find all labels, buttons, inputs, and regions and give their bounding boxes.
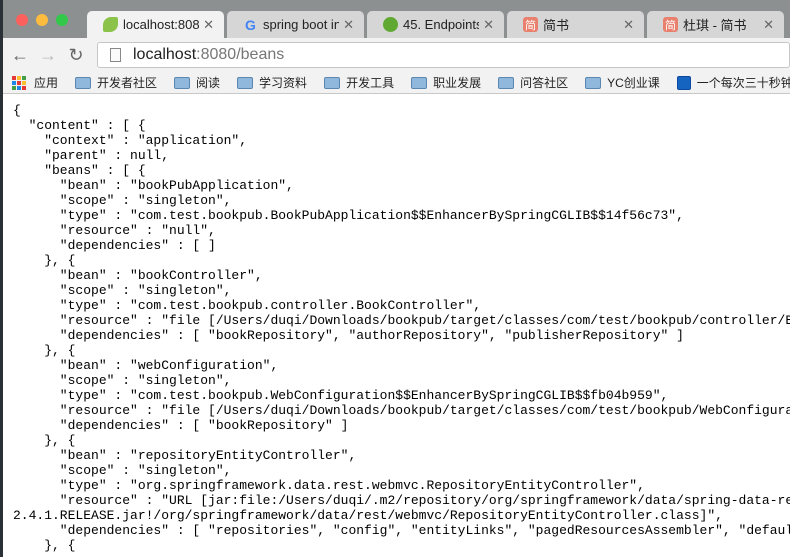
bookmark-apps[interactable]: 应用: [3, 74, 58, 91]
close-tab-icon[interactable]: ✕: [483, 17, 494, 33]
json-line: "resource" : "file [/Users/duqi/Download…: [13, 313, 790, 328]
tab-strip: localhost:8080/beans ✕ G spring boot inf…: [3, 0, 790, 38]
apps-grid-icon: [12, 75, 26, 90]
json-line: "dependencies" : [ ]: [13, 238, 216, 253]
page-icon: [110, 48, 121, 62]
json-line: "type" : "com.test.bookpub.BookPubApplic…: [13, 208, 684, 223]
json-line: "context" : "application",: [13, 133, 248, 148]
folder-icon: [411, 76, 428, 89]
json-line: "scope" : "singleton",: [13, 193, 232, 208]
close-tab-icon[interactable]: ✕: [203, 17, 214, 33]
bookmark-folder[interactable]: 职业发展: [411, 74, 481, 91]
json-line: "scope" : "singleton",: [13, 283, 232, 298]
close-tab-icon[interactable]: ✕: [763, 17, 774, 33]
bookmark-folder[interactable]: YC创业课: [585, 74, 660, 91]
json-line: }, {: [13, 433, 76, 448]
tab-duqi-jianshu[interactable]: 简 杜琪 - 简书 ✕: [647, 11, 784, 38]
bookmark-folder[interactable]: 开发者社区: [75, 74, 157, 91]
google-icon: G: [245, 16, 256, 33]
json-line: }, {: [13, 253, 76, 268]
folder-icon: [237, 76, 254, 89]
json-line: "beans" : [ {: [13, 163, 146, 178]
folder-icon: [174, 76, 191, 89]
json-line: {: [13, 103, 21, 118]
tab-jianshu[interactable]: 简 简书 ✕: [507, 11, 644, 38]
json-line: "type" : "com.test.bookpub.WebConfigurat…: [13, 388, 669, 403]
forward-arrow-icon[interactable]: →: [37, 45, 59, 66]
json-line: 2.4.1.RELEASE.jar!/org/springframework/d…: [13, 508, 723, 523]
window-controls: [16, 14, 68, 26]
zoom-window-button[interactable]: [56, 14, 68, 26]
tab-beans[interactable]: localhost:8080/beans ✕: [87, 11, 224, 38]
bookmark-image-icon: [676, 75, 691, 90]
json-line: "bean" : "bookController",: [13, 268, 263, 283]
bookmark-link[interactable]: 一个每次三十秒钟的习: [676, 74, 790, 91]
json-line: "type" : "com.test.bookpub.controller.Bo…: [13, 298, 482, 313]
spring-icon: [383, 17, 398, 32]
json-line: "parent" : null,: [13, 148, 170, 163]
address-bar[interactable]: localhost:8080/beans: [97, 42, 790, 68]
json-response-body: { "content" : [ { "context" : "applicati…: [13, 103, 790, 553]
tab-google[interactable]: G spring boot info - Google ✕: [227, 11, 364, 38]
json-line: }, {: [13, 343, 76, 358]
folder-icon: [498, 76, 515, 89]
folder-icon: [75, 76, 92, 89]
json-line: "scope" : "singleton",: [13, 463, 232, 478]
jianshu-icon: 简: [663, 17, 678, 32]
json-line: "bean" : "bookPubApplication",: [13, 178, 294, 193]
folder-icon: [324, 76, 341, 89]
json-line: "content" : [ {: [13, 118, 146, 133]
folder-icon: [585, 76, 602, 89]
json-line: "type" : "org.springframework.data.rest.…: [13, 478, 645, 493]
json-line: "bean" : "repositoryEntityController",: [13, 448, 357, 463]
reload-icon[interactable]: ↻: [65, 45, 87, 66]
json-line: "dependencies" : [ "bookRepository" ]: [13, 418, 349, 433]
bookmark-folder[interactable]: 开发工具: [324, 74, 394, 91]
bookmarks-bar: 应用 开发者社区 阅读 学习资料 开发工具 职业发展 问答社区 YC创业课 一个…: [3, 72, 790, 94]
json-line: "dependencies" : [ "repositories", "conf…: [13, 523, 790, 538]
json-line: }, {: [13, 538, 76, 553]
browser-window: localhost:8080/beans ✕ G spring boot inf…: [3, 0, 790, 557]
minimize-window-button[interactable]: [36, 14, 48, 26]
json-line: "dependencies" : [ "bookRepository", "au…: [13, 328, 684, 343]
back-arrow-icon[interactable]: ←: [9, 45, 31, 66]
jianshu-icon: 简: [523, 17, 538, 32]
bookmark-folder[interactable]: 学习资料: [237, 74, 307, 91]
spring-leaf-icon: [103, 17, 118, 32]
bookmark-folder[interactable]: 阅读: [174, 74, 220, 91]
json-line: "bean" : "webConfiguration",: [13, 358, 279, 373]
tab-endpoints[interactable]: 45. Endpoints ✕: [367, 11, 504, 38]
close-window-button[interactable]: [16, 14, 28, 26]
toolbar: ← → ↻ localhost:8080/beans: [3, 38, 790, 72]
json-line: "resource" : "file [/Users/duqi/Download…: [13, 403, 790, 418]
bookmark-folder[interactable]: 问答社区: [498, 74, 568, 91]
json-line: "resource" : "URL [jar:file:/Users/duqi/…: [13, 493, 790, 508]
json-line: "resource" : "null",: [13, 223, 216, 238]
json-line: "scope" : "singleton",: [13, 373, 232, 388]
close-tab-icon[interactable]: ✕: [343, 17, 354, 33]
close-tab-icon[interactable]: ✕: [623, 17, 634, 33]
